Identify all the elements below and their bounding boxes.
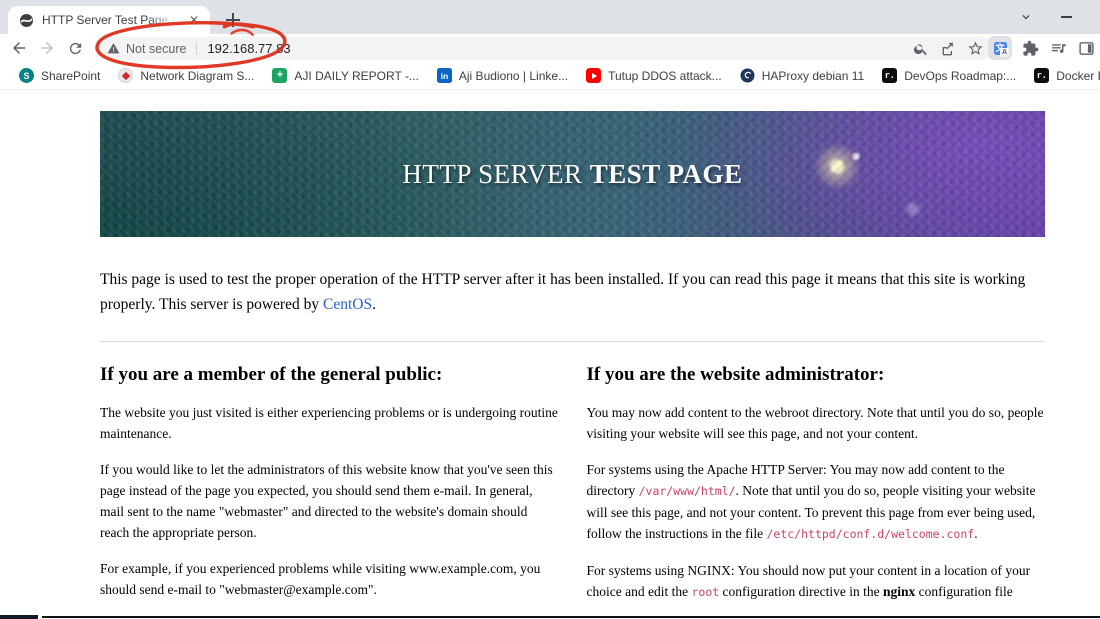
tab-close-icon[interactable]: ✕ xyxy=(186,12,202,28)
bookmark-sharepoint[interactable]: S SharePoint xyxy=(10,65,109,86)
bookmark-aji-daily-report[interactable]: + AJI DAILY REPORT -... xyxy=(263,65,427,86)
bookmark-devops-roadmap[interactable]: r. DevOps Roadmap:... xyxy=(873,65,1025,86)
linkedin-icon: in xyxy=(436,68,452,83)
sharepoint-icon: S xyxy=(19,68,34,83)
divider-rule xyxy=(100,341,1045,342)
haproxy-debian-icon xyxy=(740,68,755,83)
translate-icon[interactable]: 文 A xyxy=(988,36,1012,60)
general-public-heading: If you are a member of the general publi… xyxy=(100,364,443,385)
media-playlist-icon[interactable] xyxy=(1048,38,1068,58)
administrator-heading: If you are the website administrator: xyxy=(586,364,885,385)
code-directive: root xyxy=(691,584,720,599)
paragraph: The website you just visited is either e… xyxy=(100,404,558,441)
forward-button[interactable] xyxy=(33,36,61,60)
browser-toolbar: Not secure 192.168.77.83 文 A xyxy=(0,34,1100,62)
tab-title: HTTP Server Test Page powered xyxy=(42,13,176,27)
side-panel-icon[interactable] xyxy=(1076,38,1096,58)
search-icon[interactable] xyxy=(911,39,931,59)
green-sheet-icon: + xyxy=(272,68,288,83)
bookmarks-bar: S SharePoint Network Diagram S... + AJI … xyxy=(0,62,1100,90)
roadmap-sh-icon: r. xyxy=(882,68,898,83)
paragraph: For systems using the Apache HTTP Server… xyxy=(586,461,1036,541)
network-diagram-icon xyxy=(118,68,134,83)
administrator-column: If you are the website administrator: Yo… xyxy=(587,364,1046,603)
browser-tab[interactable]: HTTP Server Test Page powered ✕ xyxy=(8,6,210,34)
security-chip[interactable]: Not secure xyxy=(107,42,186,56)
paragraph: For example, if you experienced problems… xyxy=(100,560,541,597)
share-icon[interactable] xyxy=(938,39,958,59)
page-viewport: HTTP SERVER TEST PAGE This page is used … xyxy=(0,90,1100,619)
intro-paragraph: This page is used to test the proper ope… xyxy=(100,271,1026,313)
minimize-button[interactable] xyxy=(1046,2,1086,32)
warning-triangle-icon xyxy=(107,43,120,54)
minimize-icon xyxy=(1060,16,1072,18)
tab-strip: HTTP Server Test Page powered ✕ xyxy=(0,0,1100,34)
omnibox-divider xyxy=(196,42,198,55)
extensions-puzzle-icon[interactable] xyxy=(1020,38,1040,58)
bookmark-star-icon[interactable] xyxy=(965,39,985,59)
centos-link[interactable]: CentOS xyxy=(323,296,372,313)
youtube-icon xyxy=(586,68,602,83)
bottom-edge-block xyxy=(0,615,38,619)
bookmark-docker-roadmap[interactable]: r. Docker Roadmap -... xyxy=(1025,65,1100,86)
paragraph: You may now add content to the webroot d… xyxy=(586,404,1044,441)
general-public-column: If you are a member of the general publi… xyxy=(100,364,559,603)
bookmark-haproxy-debian[interactable]: HAProxy debian 11 xyxy=(731,65,874,86)
extensions-area: 文 A xyxy=(988,36,1096,60)
browser-window: HTTP Server Test Page powered ✕ Not secu… xyxy=(0,0,1100,619)
back-button[interactable] xyxy=(5,36,33,60)
not-secure-label: Not secure xyxy=(126,41,187,56)
address-bar[interactable]: Not secure 192.168.77.83 xyxy=(95,37,992,60)
url-text: 192.168.77.83 xyxy=(207,41,291,56)
bookmark-linkedin[interactable]: in Aji Budiono | Linke... xyxy=(428,65,577,86)
window-controls xyxy=(1006,0,1100,34)
test-page-banner: HTTP SERVER TEST PAGE xyxy=(100,111,1045,237)
code-path: /var/www/html/ xyxy=(638,483,736,498)
bottom-edge-line xyxy=(42,616,1100,618)
banner-title: HTTP SERVER TEST PAGE xyxy=(402,158,743,189)
paragraph: If you would like to let the administrat… xyxy=(100,461,553,540)
plus-icon xyxy=(226,13,240,27)
bookmark-network-diagram[interactable]: Network Diagram S... xyxy=(109,65,263,86)
reload-button[interactable] xyxy=(61,36,89,60)
tab-search-chevron-icon[interactable] xyxy=(1006,2,1046,32)
maximize-button[interactable] xyxy=(1086,2,1100,32)
bookmark-youtube[interactable]: Tutup DDOS attack... xyxy=(577,65,731,86)
code-path: /etc/httpd/conf.d/welcome.conf xyxy=(766,526,975,541)
paragraph: For systems using NGINX: You should now … xyxy=(586,562,1031,599)
roadmap-sh-icon: r. xyxy=(1034,68,1050,83)
globe-favicon-icon xyxy=(19,13,34,28)
new-tab-button[interactable] xyxy=(220,7,246,33)
